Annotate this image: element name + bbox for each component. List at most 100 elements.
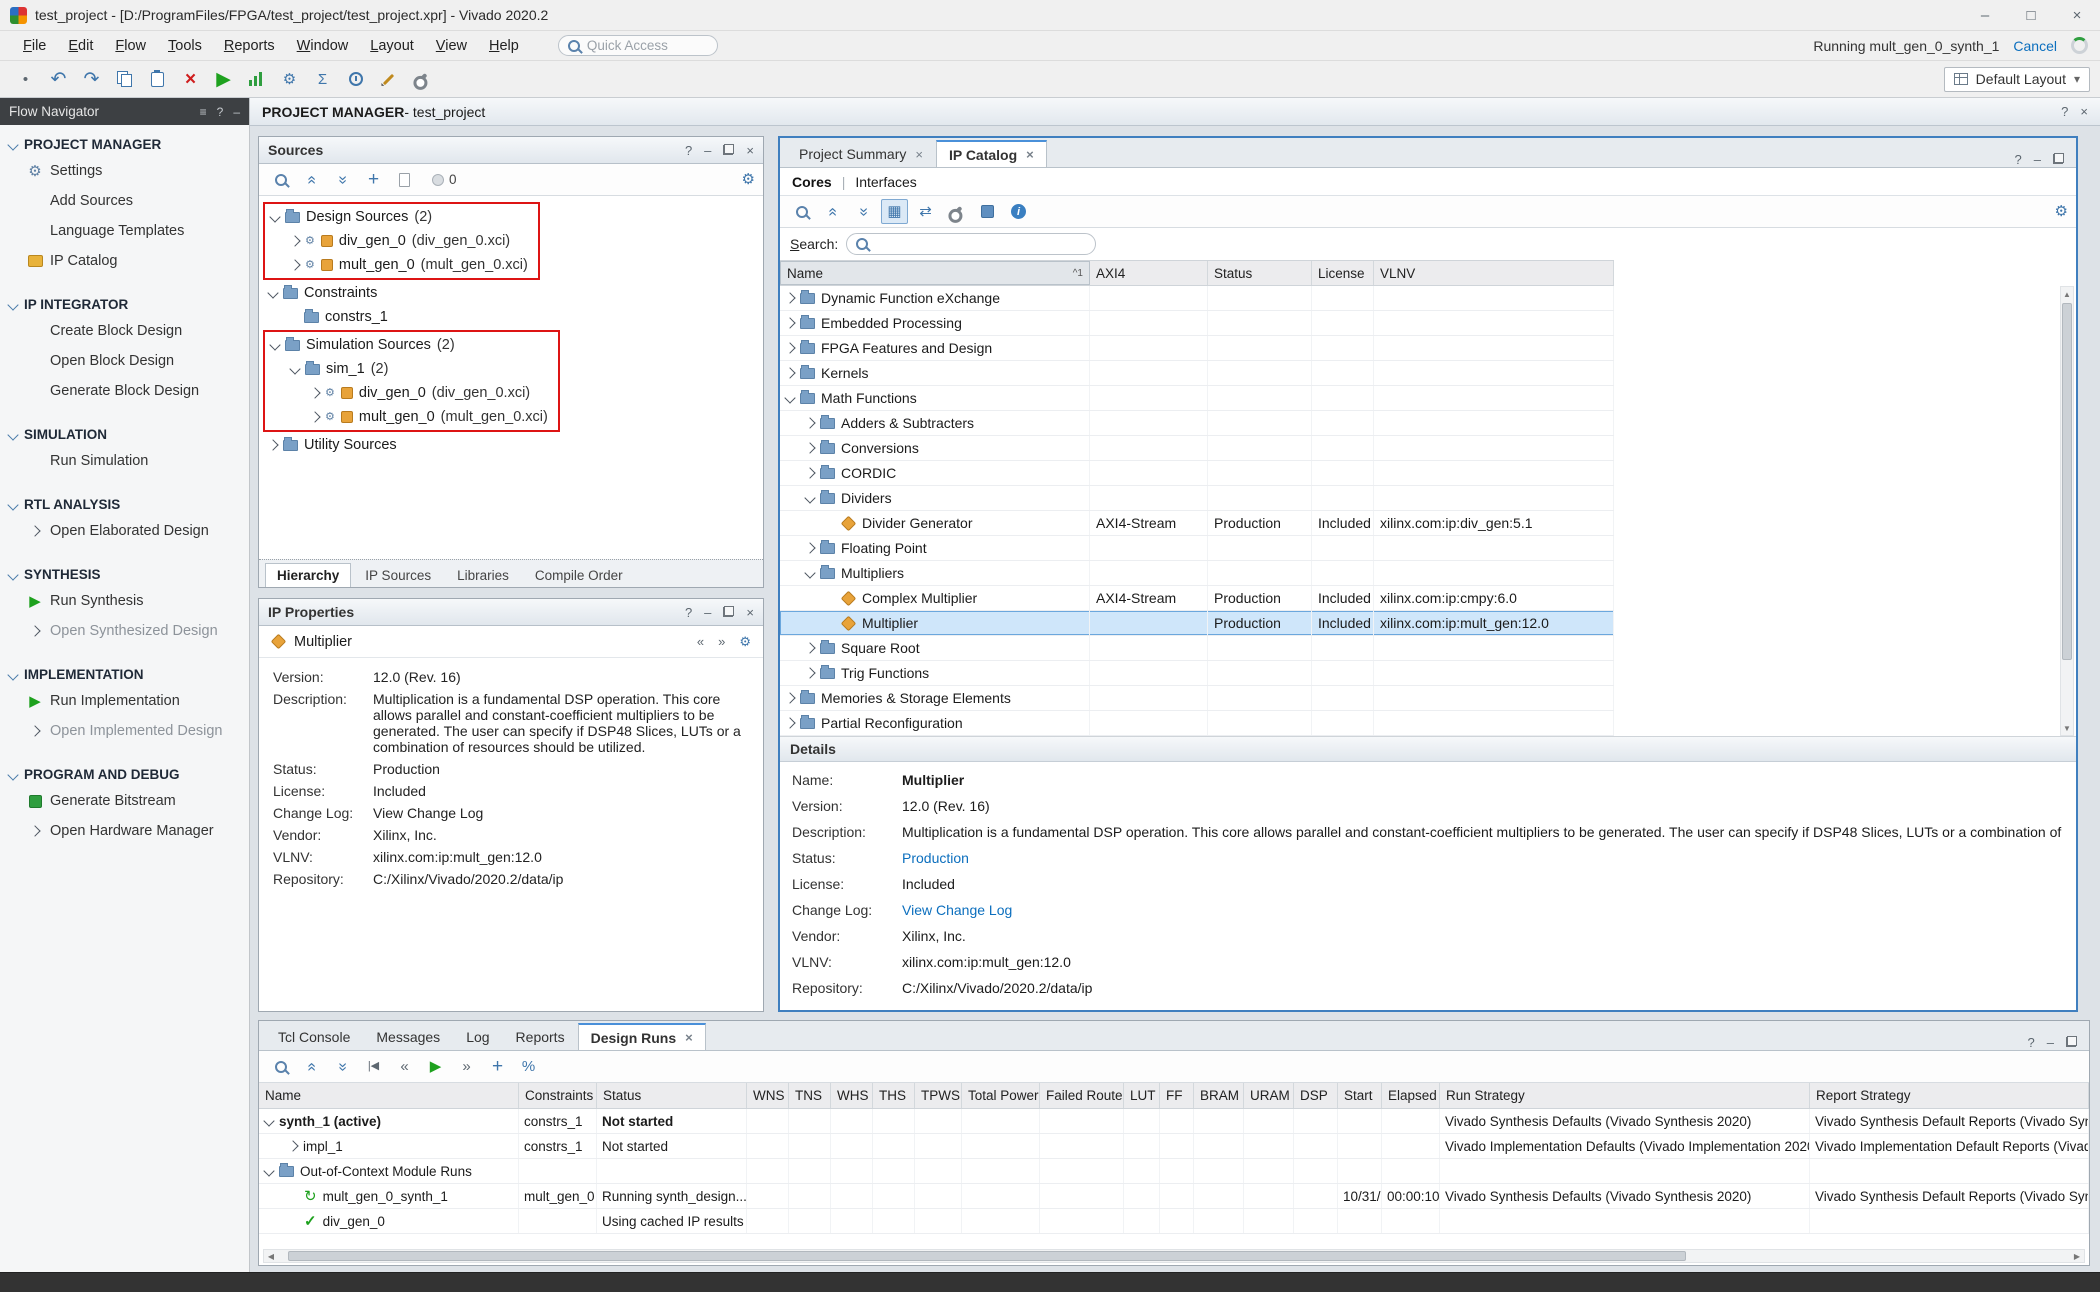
run-row-mult-gen-0-synth-1[interactable]: ↻mult_gen_0_synth_1mult_gen_0Running syn… (259, 1184, 2089, 1209)
run-row-impl-1[interactable]: impl_1constrs_1Not startedVivado Impleme… (259, 1134, 2089, 1159)
chevron-down-icon[interactable] (267, 287, 278, 298)
help-button[interactable]: ? (685, 143, 692, 158)
play-button[interactable]: ▶ (422, 1054, 449, 1079)
chevron-down-icon[interactable] (804, 567, 815, 578)
minimize-button[interactable]: – (2047, 1035, 2054, 1050)
chevron-right-icon[interactable] (784, 367, 795, 378)
catalog-row-divider-generator[interactable]: Divider GeneratorAXI4-StreamProductionIn… (780, 511, 1614, 536)
menu-layout[interactable]: Layout (359, 34, 425, 58)
column-header-tpws[interactable]: TPWS (915, 1083, 962, 1108)
forward-button[interactable]: » (453, 1054, 480, 1079)
scroll-right-button[interactable]: ▶ (2070, 1250, 2084, 1262)
chevron-right-icon[interactable] (29, 625, 40, 636)
chevron-down-icon[interactable] (804, 492, 815, 503)
run-row-div-gen-0[interactable]: ✓div_gen_0Using cached IP results (259, 1209, 2089, 1234)
catalog-row-math-functions[interactable]: Math Functions (780, 386, 1614, 411)
column-header-report-strategy[interactable]: Report Strategy (1810, 1083, 2089, 1108)
scrollbar-track[interactable] (2061, 301, 2073, 721)
close-button[interactable]: × (746, 143, 754, 158)
chevron-right-icon[interactable] (29, 825, 40, 836)
field-value-link[interactable]: View Change Log (902, 902, 2064, 918)
minimize-button[interactable]: – (1962, 0, 2008, 31)
column-header-elapsed[interactable]: Elapsed (1382, 1083, 1440, 1108)
menu-flow[interactable]: Flow (104, 34, 157, 58)
catalog-row-memories-storage-elements[interactable]: Memories & Storage Elements (780, 686, 1614, 711)
close-button[interactable]: × (2054, 0, 2100, 31)
menu-view[interactable]: View (425, 34, 478, 58)
catalog-row-fpga-features-and-design[interactable]: FPGA Features and Design (780, 336, 1614, 361)
back-button[interactable]: « (697, 634, 704, 649)
source-item-design-sources[interactable]: Design Sources (2) (265, 205, 528, 229)
help-button[interactable]: ? (2028, 1035, 2035, 1050)
catalog-row-multipliers[interactable]: Multipliers (780, 561, 1614, 586)
column-header-status[interactable]: Status (1208, 261, 1312, 285)
paste-button[interactable] (142, 65, 173, 94)
flownav-item-open-synthesized-design[interactable]: Open Synthesized Design (0, 616, 249, 646)
menu-reports[interactable]: Reports (213, 34, 286, 58)
chevron-right-icon[interactable] (804, 417, 815, 428)
source-item-constrs-1[interactable]: constrs_1 (263, 305, 759, 329)
column-header-start[interactable]: Start (1338, 1083, 1382, 1108)
copy-button[interactable] (109, 65, 140, 94)
search-button[interactable] (267, 1054, 294, 1079)
flownav-item-run-simulation[interactable]: Run Simulation (0, 446, 249, 476)
float-button[interactable] (2053, 152, 2064, 167)
percent-button[interactable]: % (515, 1054, 542, 1079)
console-tab-reports[interactable]: Reports (503, 1023, 578, 1050)
chevron-right-icon[interactable] (784, 317, 795, 328)
close-icon[interactable]: × (1026, 147, 1034, 162)
chevron-down-icon[interactable] (263, 1165, 274, 1176)
collapse-all-button[interactable]: « (298, 167, 325, 192)
expand-all-button[interactable]: » (329, 167, 356, 192)
chip-button[interactable] (974, 199, 1001, 224)
catalog-row-complex-multiplier[interactable]: Complex MultiplierAXI4-StreamProductionI… (780, 586, 1614, 611)
sources-tab-compile-order[interactable]: Compile Order (523, 563, 635, 587)
chevron-right-icon[interactable] (804, 467, 815, 478)
flownav-item-open-hardware-manager[interactable]: Open Hardware Manager (0, 816, 249, 846)
back-button[interactable]: « (391, 1054, 418, 1079)
quick-access-search[interactable]: Quick Access (558, 35, 718, 56)
column-header-name[interactable]: Name (259, 1083, 519, 1108)
scroll-up-button[interactable]: ▲ (2061, 287, 2073, 301)
catalog-row-partial-reconfiguration[interactable]: Partial Reconfiguration (780, 711, 1614, 736)
column-header-ff[interactable]: FF (1160, 1083, 1194, 1108)
flownav-section-header-rtl-analysis[interactable]: RTL ANALYSIS (0, 493, 249, 516)
swap-button[interactable]: ⇄ (912, 199, 939, 224)
column-header-whs[interactable]: WHS (831, 1083, 873, 1108)
flownav-section-header-synthesis[interactable]: SYNTHESIS (0, 563, 249, 586)
hierarchy-button[interactable]: ▦ (881, 199, 908, 224)
sources-tab-hierarchy[interactable]: Hierarchy (265, 563, 351, 587)
flownav-section-header-project-manager[interactable]: PROJECT MANAGER (0, 133, 249, 156)
source-item-utility-sources[interactable]: Utility Sources (263, 433, 759, 457)
chevron-down-icon[interactable] (269, 211, 280, 222)
sources-tab-ip-sources[interactable]: IP Sources (353, 563, 443, 587)
float-button[interactable] (2066, 1035, 2077, 1050)
close-button[interactable]: × (746, 605, 754, 620)
chevron-down-icon[interactable] (784, 392, 795, 403)
run-row-out-of-context-module-runs[interactable]: Out-of-Context Module Runs (259, 1159, 2089, 1184)
collapse-all-button[interactable]: « (298, 1054, 325, 1079)
field-value-link[interactable]: View Change Log (373, 805, 749, 821)
chevron-down-icon[interactable] (7, 139, 18, 150)
chevron-down-icon[interactable] (7, 499, 18, 510)
minimize-button[interactable]: – (704, 605, 711, 620)
catalog-row-conversions[interactable]: Conversions (780, 436, 1614, 461)
source-item-simulation-sources[interactable]: Simulation Sources (2) (265, 333, 548, 357)
wrench-button[interactable] (943, 199, 970, 224)
chevron-right-icon[interactable] (804, 442, 815, 453)
chevron-right-icon[interactable] (289, 259, 300, 270)
info-button[interactable]: i (1005, 199, 1032, 224)
catalog-row-kernels[interactable]: Kernels (780, 361, 1614, 386)
flownav-item-add-sources[interactable]: Add Sources (0, 186, 249, 216)
chevron-right-icon[interactable] (784, 717, 795, 728)
delete-button[interactable]: × (175, 65, 206, 94)
chevron-right-icon[interactable] (309, 411, 320, 422)
column-header-uram[interactable]: URAM (1244, 1083, 1294, 1108)
close-icon[interactable]: × (915, 147, 923, 162)
menu-tools[interactable]: Tools (157, 34, 213, 58)
editor-tab-project-summary[interactable]: Project Summary× (786, 140, 936, 167)
catalog-row-adders-subtracters[interactable]: Adders & Subtracters (780, 411, 1614, 436)
settings-gear-icon[interactable]: ⚙ (2055, 204, 2068, 219)
catalog-row-square-root[interactable]: Square Root (780, 636, 1614, 661)
forward-button[interactable]: » (718, 634, 725, 649)
